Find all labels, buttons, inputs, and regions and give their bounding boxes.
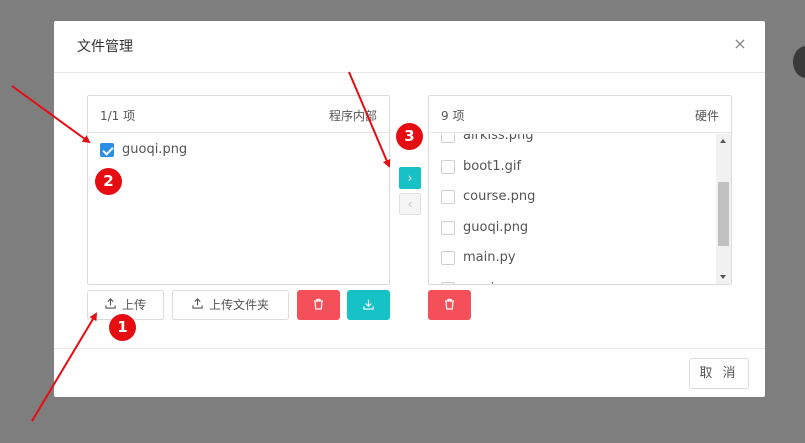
delete-hardware-file-button[interactable]: [428, 290, 471, 320]
upload-folder-button[interactable]: 上传文件夹: [172, 290, 289, 320]
file-name: main.py: [463, 250, 516, 265]
file-name: guoqi.png: [122, 142, 188, 157]
hardware-files-panel: 9 项 硬件 airkiss.png boot1.gif course.png …: [428, 95, 732, 285]
panel-header: 9 项 硬件: [429, 96, 731, 133]
file-manager-dialog: 文件管理 × 1/1 项 程序内部 guoqi.png › ‹ 9 项 硬件 a…: [54, 21, 765, 397]
scrollbar[interactable]: [716, 134, 731, 284]
scroll-up-icon[interactable]: [720, 139, 726, 143]
program-files-panel: 1/1 项 程序内部 guoqi.png: [87, 95, 390, 285]
delete-program-file-button[interactable]: [297, 290, 340, 320]
file-name: course.png: [463, 189, 536, 204]
panel-name: 程序内部: [328, 109, 377, 123]
background-shape: [793, 46, 805, 78]
upload-icon: [105, 291, 116, 319]
file-list: airkiss.png boot1.gif course.png guoqi.p…: [429, 134, 716, 284]
scroll-thumb[interactable]: [718, 182, 729, 246]
panel-count: 9 项: [441, 109, 465, 123]
scroll-down-icon[interactable]: [720, 275, 726, 279]
dialog-title: 文件管理: [77, 39, 133, 55]
trash-icon: [313, 298, 324, 312]
footer-divider: [54, 348, 765, 349]
checkbox[interactable]: [441, 282, 455, 284]
checkbox[interactable]: [441, 221, 455, 235]
annotation-badge-1: 1: [109, 314, 136, 341]
transfer-left-button[interactable]: ‹: [399, 193, 421, 215]
download-button[interactable]: [347, 290, 390, 320]
checkbox[interactable]: [441, 160, 455, 174]
checkbox[interactable]: [441, 134, 455, 143]
download-icon: [363, 298, 374, 312]
transfer-right-button[interactable]: ›: [399, 167, 421, 189]
file-name: boot1.gif: [463, 159, 522, 174]
file-name: music: [463, 281, 501, 284]
checkbox[interactable]: [441, 251, 455, 265]
cancel-button[interactable]: 取 消: [689, 358, 749, 389]
file-name: airkiss.png: [463, 134, 534, 143]
close-icon[interactable]: ×: [731, 35, 749, 53]
panel-name: 硬件: [694, 109, 719, 123]
annotation-badge-3: 3: [396, 123, 423, 150]
panel-header: 1/1 项 程序内部: [88, 96, 389, 133]
upload-label: 上传: [121, 298, 146, 312]
upload-icon: [192, 291, 203, 319]
checkbox-checked[interactable]: [100, 143, 114, 157]
panel-count: 1/1 项: [100, 109, 136, 123]
checkbox[interactable]: [441, 190, 455, 204]
trash-icon: [444, 298, 455, 312]
file-name: guoqi.png: [463, 220, 529, 235]
annotation-badge-2: 2: [95, 168, 122, 195]
upload-folder-label: 上传文件夹: [208, 298, 269, 312]
header-divider: [54, 72, 765, 73]
